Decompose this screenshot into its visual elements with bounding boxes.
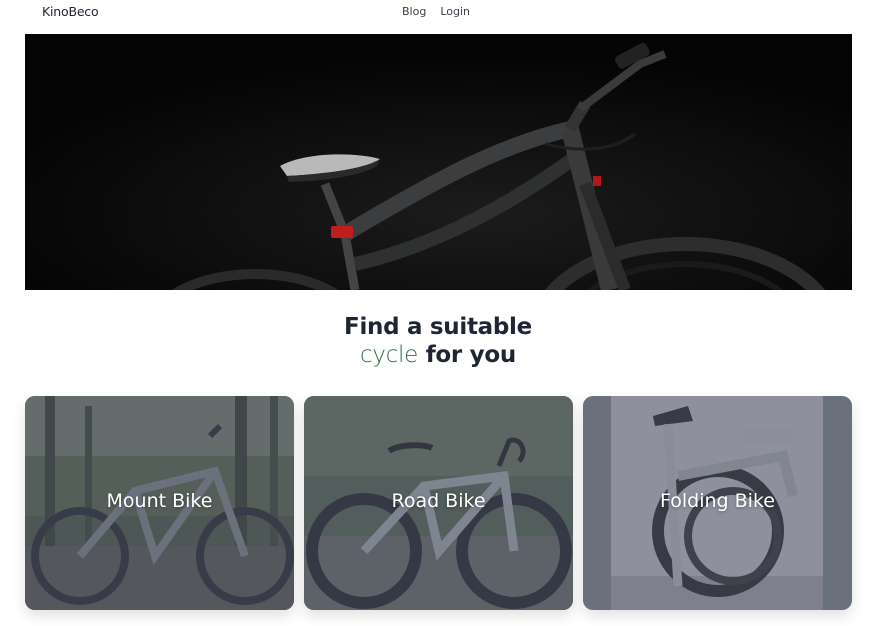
heading-line-2: cycle for you — [0, 341, 876, 369]
brand-logo[interactable]: KinoBeco — [42, 4, 99, 19]
category-card-road-bike[interactable]: Road Bike — [304, 396, 573, 610]
hero-banner — [25, 34, 852, 290]
card-label: Mount Bike — [106, 490, 213, 512]
card-label: Road Bike — [391, 490, 486, 512]
section-heading: Find a suitable cycle for you — [0, 313, 876, 369]
hero-bike-image — [25, 34, 852, 290]
nav-link-login[interactable]: Login — [440, 5, 470, 18]
heading-line-1: Find a suitable — [344, 314, 532, 340]
top-nav: KinoBeco Blog Login — [0, 0, 876, 24]
card-label: Folding Bike — [660, 490, 775, 512]
nav-links: Blog Login — [402, 5, 470, 18]
heading-line-2-rest: for you — [418, 342, 517, 368]
heading-accent-word: cycle — [360, 342, 418, 368]
nav-link-blog[interactable]: Blog — [402, 5, 426, 18]
category-card-folding-bike[interactable]: Folding Bike — [583, 396, 852, 610]
category-card-mount-bike[interactable]: Mount Bike — [25, 396, 294, 610]
